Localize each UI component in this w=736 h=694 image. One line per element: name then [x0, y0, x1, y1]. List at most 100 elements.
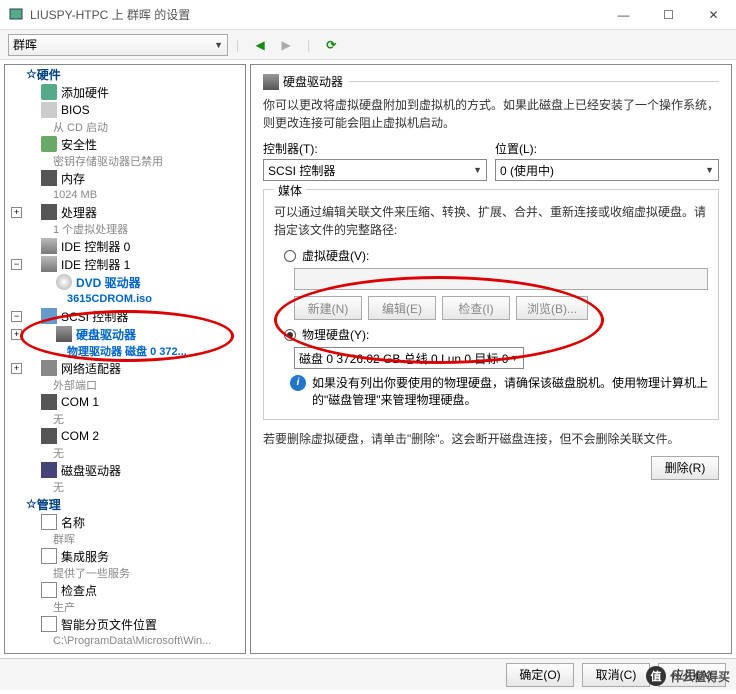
tree-heading-hardware: ☆ 硬件: [5, 65, 245, 83]
maximize-button[interactable]: ☐: [646, 0, 691, 30]
dialog-footer: 确定(O) 取消(C) 应用(A): [0, 658, 736, 690]
info-text: 如果没有列出你要使用的物理硬盘，请确保该磁盘脱机。使用物理计算机上的"磁盘管理"…: [312, 375, 708, 409]
back-button[interactable]: ◀: [250, 35, 270, 55]
tree-item-com2[interactable]: COM 2: [5, 427, 245, 445]
floppy-icon: [41, 462, 57, 478]
detail-description: 你可以更改将虚拟硬盘附加到虚拟机的方式。如果此磁盘上已经安装了一个操作系统，则更…: [263, 96, 719, 132]
physical-disk-radio-row[interactable]: 物理硬盘(Y):: [284, 326, 708, 343]
virtual-disk-radio-row[interactable]: 虚拟硬盘(V):: [284, 247, 708, 264]
titlebar: LIUSPY-HTPC 上 群晖 的设置 — ☐ ✕: [0, 0, 736, 30]
browse-button[interactable]: 浏览(B)...: [516, 296, 588, 320]
location-select[interactable]: 0 (使用中)▼: [495, 159, 719, 181]
tree-sub-cpu: 1 个虚拟处理器: [5, 221, 245, 237]
pagefile-icon: [41, 616, 57, 632]
tree-sub-svc: 提供了一些服务: [5, 565, 245, 581]
tree-sub-dvd: 3615CDROM.iso: [5, 291, 245, 307]
tree-sub-page: C:\ProgramData\Microsoft\Win...: [5, 633, 245, 649]
memory-icon: [41, 170, 57, 186]
watermark-text: 什么值得买: [670, 668, 730, 685]
cancel-button[interactable]: 取消(C): [582, 663, 650, 687]
tree-item-network[interactable]: +网络适配器: [5, 359, 245, 377]
hdd-icon: [263, 74, 279, 90]
tree-item-pagefile[interactable]: 智能分页文件位置: [5, 615, 245, 633]
tree-item-add-hardware[interactable]: 添加硬件: [5, 83, 245, 101]
tree-item-memory[interactable]: 内存: [5, 169, 245, 187]
settings-tree[interactable]: ☆ 硬件 添加硬件 BIOS 从 CD 启动 安全性 密钥存储驱动器已禁用 内存…: [4, 64, 246, 654]
name-icon: [41, 514, 57, 530]
detail-pane: 硬盘驱动器 你可以更改将虚拟硬盘附加到虚拟机的方式。如果此磁盘上已经安装了一个操…: [250, 64, 732, 654]
physical-disk-select[interactable]: 磁盘 0 3726.02 GB 总线 0 Lun 0 目标 0▼: [294, 347, 524, 369]
com-icon: [41, 394, 57, 410]
detail-title-row: 硬盘驱动器: [263, 73, 719, 90]
chevron-down-icon: ▼: [510, 353, 519, 363]
forward-button[interactable]: ▶: [276, 35, 296, 55]
vm-selector-value: 群晖: [13, 36, 37, 53]
tree-sub-com2: 无: [5, 445, 245, 461]
tree-item-com1[interactable]: COM 1: [5, 393, 245, 411]
chevron-down-icon: ▼: [473, 165, 482, 175]
tree-item-ide0[interactable]: IDE 控制器 0: [5, 237, 245, 255]
collapse-icon[interactable]: −: [11, 311, 22, 322]
remove-description: 若要删除虚拟硬盘，请单击"删除"。这会断开磁盘连接，但不会删除关联文件。: [263, 430, 719, 448]
chevron-down-icon: ▼: [705, 165, 714, 175]
expand-icon[interactable]: +: [11, 329, 22, 340]
tree-item-cpu[interactable]: +处理器: [5, 203, 245, 221]
minimize-button[interactable]: —: [601, 0, 646, 30]
bios-icon: [41, 102, 57, 118]
tree-item-bios[interactable]: BIOS: [5, 101, 245, 119]
window-title: LIUSPY-HTPC 上 群晖 的设置: [30, 6, 601, 23]
add-hardware-icon: [41, 84, 57, 100]
vm-selector-dropdown[interactable]: 群晖 ▼: [8, 34, 228, 56]
services-icon: [41, 548, 57, 564]
radio-unchecked-icon[interactable]: [284, 250, 296, 262]
tree-sub-name: 群晖: [5, 531, 245, 547]
tree-sub-hdd: 物理驱动器 磁盘 0 372...: [5, 343, 245, 359]
media-description: 可以通过编辑关联文件来压缩、转换、扩展、合并、重新连接或收缩虚拟硬盘。请指定该文…: [274, 203, 708, 239]
edit-button[interactable]: 编辑(E): [368, 296, 436, 320]
remove-button[interactable]: 删除(R): [651, 456, 719, 480]
controller-label: 控制器(T):: [263, 140, 487, 157]
tree-sub-net: 外部端口: [5, 377, 245, 393]
media-fieldset: 媒体 可以通过编辑关联文件来压缩、转换、扩展、合并、重新连接或收缩虚拟硬盘。请指…: [263, 189, 719, 420]
shield-icon: [41, 136, 57, 152]
close-button[interactable]: ✕: [691, 0, 736, 30]
network-icon: [41, 360, 57, 376]
tree-item-scsi[interactable]: −SCSI 控制器: [5, 307, 245, 325]
cpu-icon: [41, 204, 57, 220]
expand-icon[interactable]: +: [11, 207, 22, 218]
scsi-icon: [41, 308, 57, 324]
tree-item-hard-drive[interactable]: +硬盘驱动器: [5, 325, 245, 343]
tree-item-ide1[interactable]: −IDE 控制器 1: [5, 255, 245, 273]
tree-sub-floppy: 无: [5, 479, 245, 495]
tree-item-integration[interactable]: 集成服务: [5, 547, 245, 565]
tree-sub-bios: 从 CD 启动: [5, 119, 245, 135]
toolbar: 群晖 ▼ | ◀ ▶ | ⟳: [0, 30, 736, 60]
refresh-button[interactable]: ⟳: [321, 35, 341, 55]
dvd-icon: [56, 274, 72, 290]
virtual-disk-path-input[interactable]: [294, 268, 708, 290]
tree-item-security[interactable]: 安全性: [5, 135, 245, 153]
info-icon: i: [290, 375, 306, 391]
collapse-icon[interactable]: −: [11, 259, 22, 270]
tree-sub-chk: 生产: [5, 599, 245, 615]
radio-checked-icon[interactable]: [284, 329, 296, 341]
tree-item-dvd[interactable]: DVD 驱动器: [5, 273, 245, 291]
physical-disk-label: 物理硬盘(Y):: [302, 326, 369, 343]
location-label: 位置(L):: [495, 140, 719, 157]
tree-item-checkpoint[interactable]: 检查点: [5, 581, 245, 599]
tree-sub-memory: 1024 MB: [5, 187, 245, 203]
ok-button[interactable]: 确定(O): [506, 663, 574, 687]
tree-heading-management: ☆ 管理: [5, 495, 245, 513]
tree-item-name[interactable]: 名称: [5, 513, 245, 531]
tree-sub-security: 密钥存储驱动器已禁用: [5, 153, 245, 169]
virtual-disk-label: 虚拟硬盘(V):: [302, 247, 369, 264]
checkpoint-icon: [41, 582, 57, 598]
tree-item-floppy[interactable]: 磁盘驱动器: [5, 461, 245, 479]
settings-icon: [8, 7, 24, 23]
new-button[interactable]: 新建(N): [294, 296, 362, 320]
expand-icon[interactable]: +: [11, 363, 22, 374]
inspect-button[interactable]: 检查(I): [442, 296, 510, 320]
controller-select[interactable]: SCSI 控制器▼: [263, 159, 487, 181]
watermark: 值 什么值得买: [646, 666, 730, 686]
watermark-icon: 值: [646, 666, 666, 686]
